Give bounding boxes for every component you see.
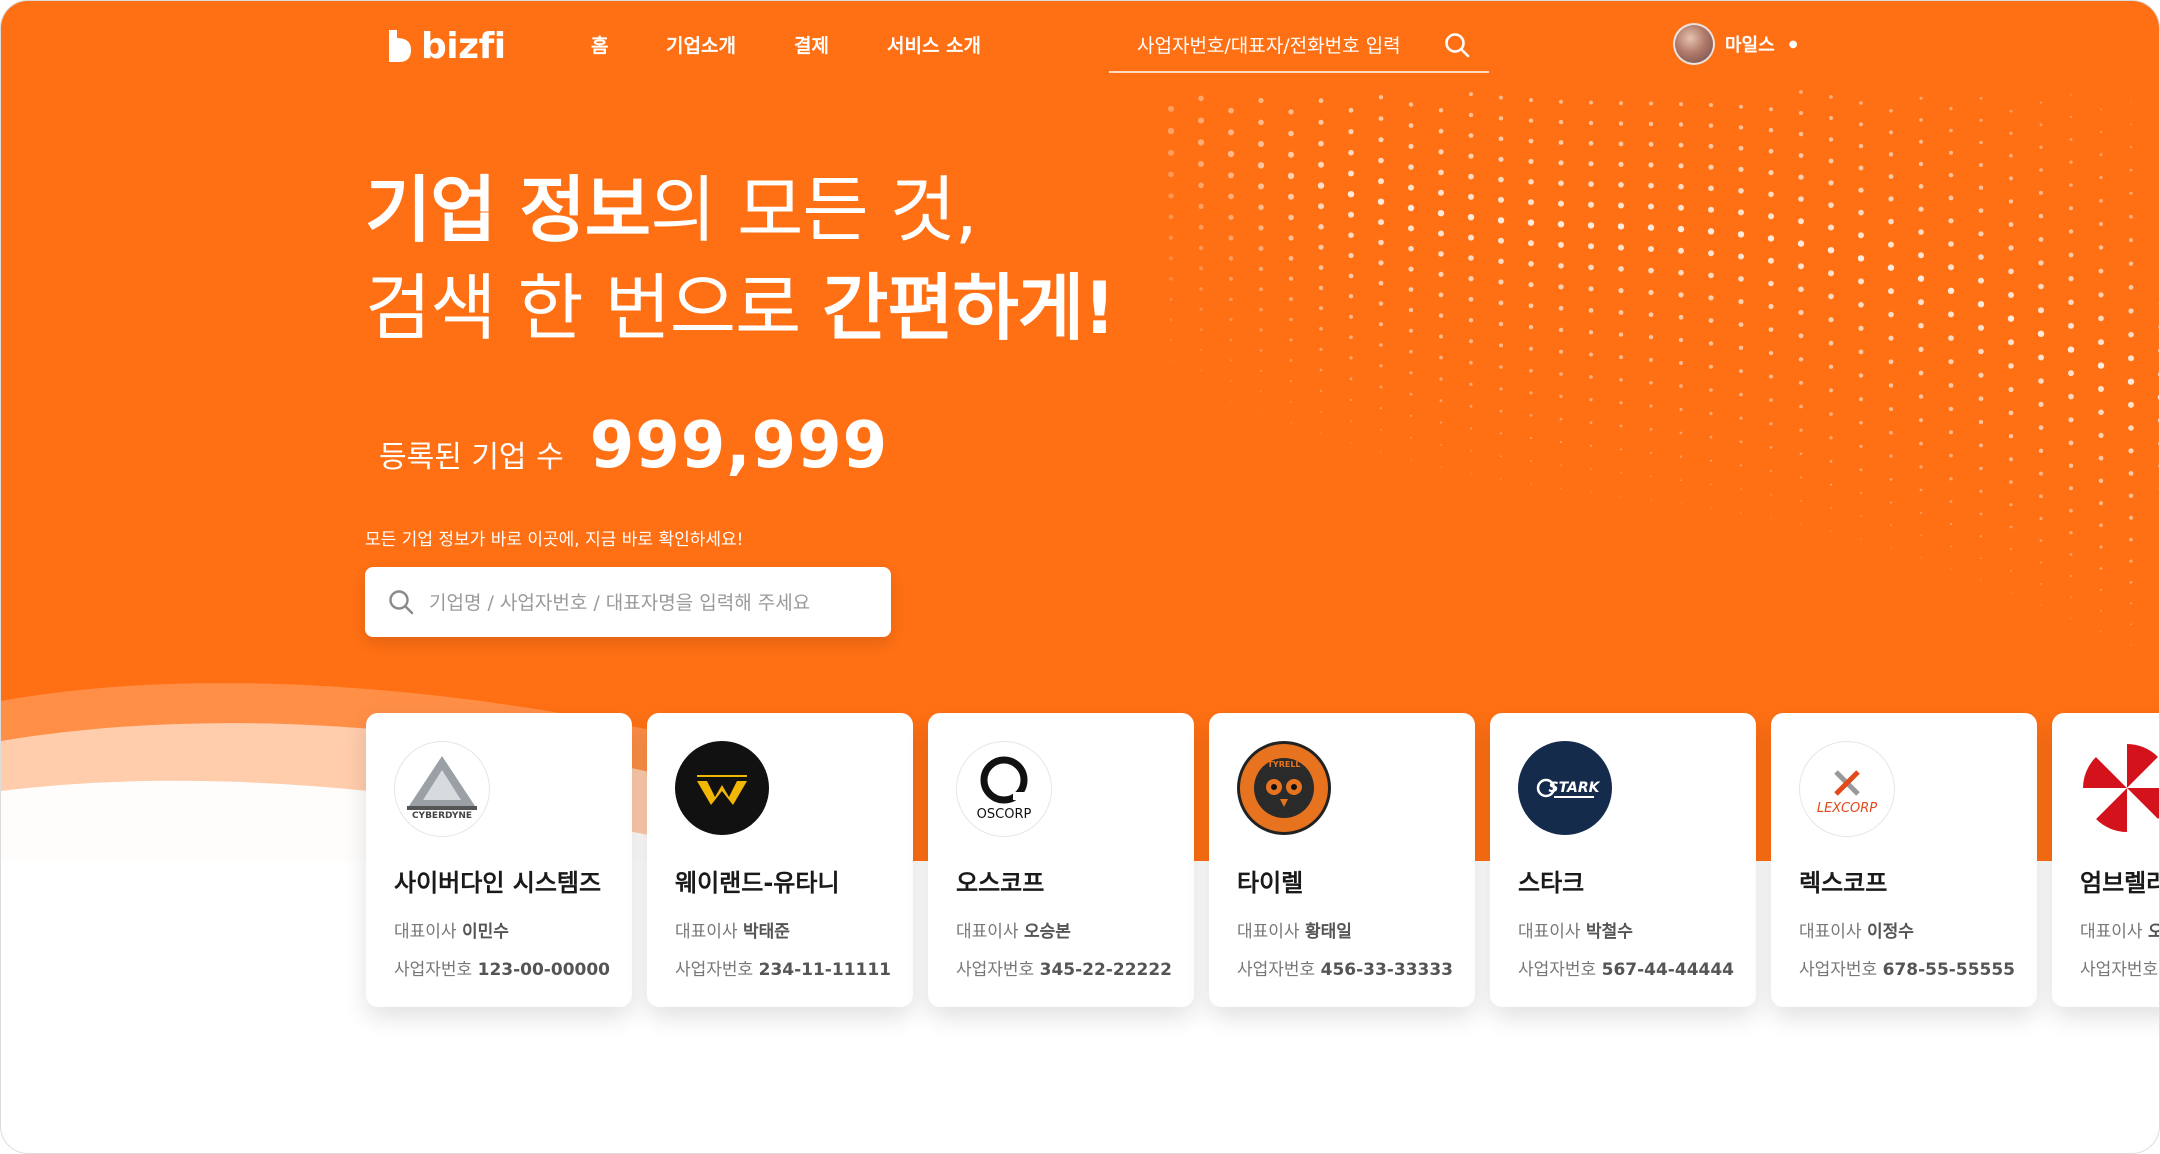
company-card[interactable]: 웨이랜드-유타니 대표이사 박태준 사업자번호 234-11-11111 <box>647 713 913 1007</box>
header-search-placeholder[interactable]: 사업자번호/대표자/전화번호 입력 <box>1137 31 1401 58</box>
header-search[interactable]: 사업자번호/대표자/전화번호 입력 <box>1109 19 1489 73</box>
ceo-row: 대표이사 이민수 <box>394 922 509 942</box>
company-name: 오스코프 <box>956 869 1045 897</box>
ceo-name: 이민수 <box>461 922 509 942</box>
nav-company-intro[interactable]: 기업소개 <box>666 31 736 58</box>
stark-logo: STARK <box>1518 741 1612 835</box>
cyberdyne-logo-text: CYBERDYNE <box>412 811 472 821</box>
headline-bold-2: 간편하게! <box>822 266 1116 350</box>
biz-number: 678-55-55555 <box>1882 960 2016 980</box>
search-icon[interactable] <box>1443 31 1471 59</box>
user-name[interactable]: 마일스 <box>1725 31 1775 57</box>
company-name: 스타크 <box>1518 869 1585 897</box>
company-name: 타이렐 <box>1237 869 1304 897</box>
headline-rest-2: 검색 한 번으로 <box>365 266 823 350</box>
user-menu[interactable]: 마일스 ● <box>1673 23 1797 65</box>
company-card[interactable]: TYRELL 타이렐 대표이사 황태일 사업자번호 456-33-33333 <box>1209 713 1475 1007</box>
ceo-row: 대표이사 오 <box>2080 917 2159 942</box>
caret-down-icon[interactable]: ● <box>1789 39 1798 50</box>
nav-payment[interactable]: 결제 <box>794 31 829 58</box>
nav-service-intro[interactable]: 서비스 소개 <box>887 31 981 58</box>
biz-number-row: 사업자번호 234-11-11111 <box>675 960 892 980</box>
ceo-row: 대표이사 오승본 <box>956 922 1071 942</box>
biz-number-row: 사업자번호 <box>2080 960 2159 980</box>
nav-home[interactable]: 홈 <box>591 31 608 58</box>
biz-number: 234-11-11111 <box>758 960 892 980</box>
company-card[interactable]: CYBERDYNE 사이버다인 시스템즈 대표이사 이민수 사업자번호 123-… <box>366 713 632 1007</box>
biz-number: 123-00-00000 <box>477 960 611 980</box>
lexcorp-logo: LEXCORP <box>1799 741 1895 837</box>
ceo-name: 오승본 <box>1023 922 1071 942</box>
biz-number-row: 사업자번호 345-22-22222 <box>956 960 1173 980</box>
company-name: 렉스코프 <box>1799 869 1888 897</box>
biz-number: 456-33-33333 <box>1320 960 1454 980</box>
brand-name: bizfi <box>421 25 506 67</box>
search-icon <box>389 590 414 615</box>
registered-count: 등록된 기업 수 999,999 <box>379 409 888 483</box>
hero-search-box[interactable] <box>365 567 891 639</box>
ceo-row: 대표이사 황태일 <box>1237 922 1352 942</box>
tyrell-logo: TYRELL <box>1237 741 1331 835</box>
company-card[interactable]: 엄브렐라 대표이사 오 사업자번호 <box>2052 713 2160 1007</box>
ceo-name: 이정수 <box>1866 922 1914 942</box>
oscorp-logo: OSCORP <box>956 741 1052 837</box>
ceo-name: 박철수 <box>1585 922 1633 942</box>
ceo-name: 황태일 <box>1304 922 1352 942</box>
ceo-row: 대표이사 박철수 <box>1518 922 1633 942</box>
ceo-row: 대표이사 이정수 <box>1799 922 1914 942</box>
headline-rest-1: 의 모든 것, <box>650 168 978 252</box>
biz-number-row: 사업자번호 567-44-44444 <box>1518 960 1735 980</box>
hero-headline: 기업 정보의 모든 것, 검색 한 번으로 간편하게! <box>365 161 1116 357</box>
company-name: 사이버다인 시스템즈 <box>394 869 602 897</box>
biz-number: 567-44-44444 <box>1601 960 1735 980</box>
weyland-yutani-logo <box>675 741 769 835</box>
biz-number: 345-22-22222 <box>1039 960 1173 980</box>
avatar[interactable] <box>1673 23 1715 65</box>
brand-logo[interactable]: bizfi <box>385 21 506 71</box>
company-name: 웨이랜드-유타니 <box>675 869 840 897</box>
headline-bold-1: 기업 정보 <box>365 168 651 252</box>
biz-number-row: 사업자번호 456-33-33333 <box>1237 960 1454 980</box>
ceo-name: 오 <box>2148 922 2159 942</box>
count-label: 등록된 기업 수 <box>379 440 564 475</box>
company-card[interactable]: STARK 스타크 대표이사 박철수 사업자번호 567-44-44444 <box>1490 713 1756 1007</box>
hero-caption: 모든 기업 정보가 바로 이곳에, 지금 바로 확인하세요! <box>365 530 744 550</box>
ceo-name: 박태준 <box>742 922 790 942</box>
bizfi-logo-icon <box>389 30 411 62</box>
stark-logo-text: STARK <box>1548 780 1600 796</box>
tyrell-logo-text: TYRELL <box>1267 760 1300 769</box>
umbrella-logo <box>2080 741 2159 835</box>
company-card[interactable]: LEXCORP 렉스코프 대표이사 이정수 사업자번호 678-55-55555 <box>1771 713 2037 1007</box>
company-card[interactable]: OSCORP 오스코프 대표이사 오승본 사업자번호 345-22-22222 <box>928 713 1194 1007</box>
cyberdyne-logo: CYBERDYNE <box>394 741 490 837</box>
app-frame: bizfi 홈 기업소개 결제 서비스 소개 사업자번호/대표자/전화번호 입력… <box>0 0 2160 1154</box>
lexcorp-logo-text: LEXCORP <box>1817 801 1877 816</box>
company-search-input[interactable] <box>427 567 871 639</box>
oscorp-logo-text: OSCORP <box>977 807 1032 822</box>
biz-number-row: 사업자번호 123-00-00000 <box>394 960 611 980</box>
biz-number-row: 사업자번호 678-55-55555 <box>1799 960 2016 980</box>
ceo-row: 대표이사 박태준 <box>675 922 790 942</box>
company-name: 엄브렐라 <box>2080 869 2160 897</box>
count-value: 999,999 <box>589 409 889 483</box>
